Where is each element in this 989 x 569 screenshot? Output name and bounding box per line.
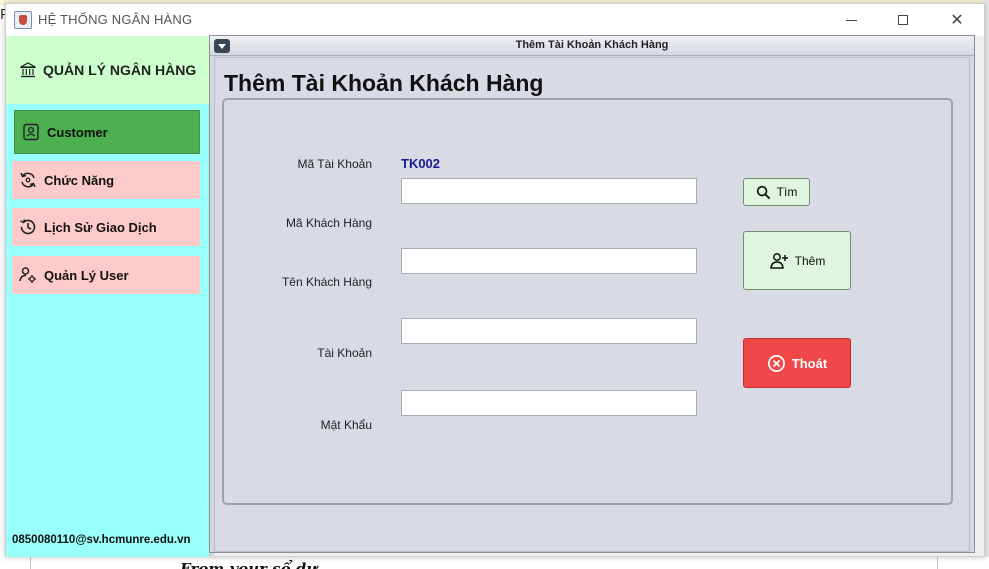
close-button[interactable]: ✕ [934,4,980,36]
sidebar-item-chuc-nang[interactable]: Chức Năng [12,161,200,199]
account-id-value: TK002 [401,156,441,171]
page-title: Thêm Tài Khoản Khách Hàng [224,70,544,96]
sidebar-item-customer[interactable]: Customer [14,110,200,154]
add-user-icon [769,252,788,269]
window-title: HỆ THỐNG NGÂN HÀNG [38,12,193,27]
customer-name-input[interactable] [401,248,697,274]
close-icon: ✕ [950,10,964,29]
minimize-button[interactable] [828,4,874,36]
sidebar-item-label: Customer [47,124,108,140]
add-button-label: Thêm [794,253,826,268]
account-input[interactable] [401,318,697,344]
search-icon [756,185,770,199]
internal-frame-titlebar[interactable]: Thêm Tài Khoản Khách Hàng [210,36,974,56]
customer-name-label: Tên Khách Hàng [281,275,372,289]
bank-icon [20,62,36,78]
account-id-label: Mã Tài Khoản [297,157,373,171]
customer-id-label: Mã Khách Hàng [285,216,372,230]
close-circle-icon [767,354,785,372]
maximize-button[interactable] [880,4,926,36]
password-label: Mật Khẩu [320,418,372,432]
form-panel: Mã Tài Khoản TK002 Mã Khách Hàng Tên Khá… [222,98,953,505]
sync-icon [20,172,36,188]
exit-button-label: Thoát [791,355,828,371]
user-email: 0850080110@sv.hcmunre.edu.vn [12,534,191,546]
exit-button[interactable]: Thoát [743,338,851,388]
id-card-icon [23,123,39,141]
customer-id-input[interactable] [401,178,697,204]
account-label: Tài Khoản [317,346,372,360]
background-edge [985,0,989,569]
sidebar-item-lich-su-giao-dich[interactable]: Lịch Sử Giao Dịch [12,208,200,246]
sidebar-header: QUẢN LÝ NGÂN HÀNG [6,36,209,104]
sidebar: QUẢN LÝ NGÂN HÀNG Customer Chức Năng Lịc… [6,36,209,557]
sidebar-item-label: Chức Năng [44,172,115,188]
maximize-icon [898,15,908,25]
window-titlebar[interactable]: HỆ THỐNG NGÂN HÀNG ✕ [6,4,984,36]
sidebar-item-quan-ly-user[interactable]: Quản Lý User [12,256,200,294]
internal-frame-title: Thêm Tài Khoản Khách Hàng [515,39,669,51]
search-button[interactable]: Tìm [743,178,810,206]
background-document-text: From your sổ dư [180,560,318,569]
search-button-label: Tìm [776,185,798,199]
sidebar-title: QUẢN LÝ NGÂN HÀNG [43,62,197,78]
sidebar-item-label: Lịch Sử Giao Dịch [44,219,157,235]
user-settings-icon [19,267,36,283]
java-app-icon [14,11,32,29]
add-button[interactable]: Thêm [743,231,851,290]
minimize-icon [845,19,857,21]
password-input[interactable] [401,390,697,416]
internal-frame: Thêm Tài Khoản Khách Hàng Thêm Tài Khoản… [209,35,975,553]
background-document-border [30,557,938,569]
history-icon [20,219,36,235]
sidebar-item-label: Quản Lý User [44,267,129,283]
